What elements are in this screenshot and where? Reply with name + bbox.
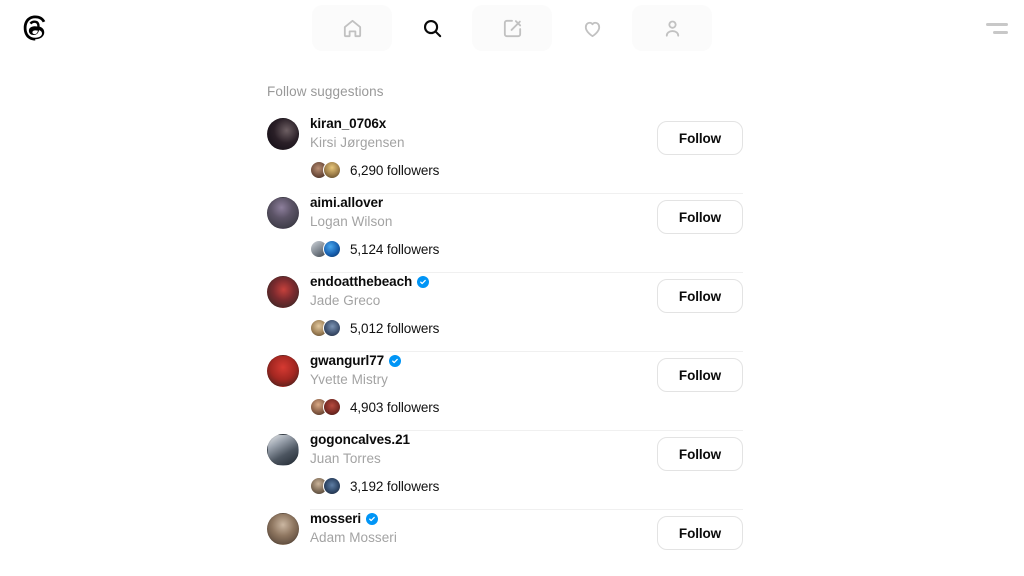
suggestion-row: gwangurl77 Yvette Mistry 4,903 followers Fo… xyxy=(261,352,743,431)
followers-count: 3,192 followers xyxy=(350,478,440,494)
follow-button[interactable]: Follow xyxy=(657,279,743,313)
avatar[interactable] xyxy=(267,197,299,229)
followers-count: 5,012 followers xyxy=(350,320,440,336)
mutual-followers-avatars xyxy=(310,319,344,337)
followers-count: 6,290 followers xyxy=(350,162,440,178)
page-title: Follow suggestions xyxy=(267,84,384,99)
verified-badge-icon xyxy=(389,354,402,367)
suggestion-row: mosseri Adam Mosseri Follow xyxy=(261,510,743,558)
primary-navigation xyxy=(312,0,712,56)
suggestion-row: gogoncalves.21 Juan Torres 3,192 followers… xyxy=(261,431,743,510)
mutual-followers-avatars xyxy=(310,398,344,416)
suggestion-row: aimi.allover Logan Wilson 5,124 followers F… xyxy=(261,194,743,273)
avatar[interactable] xyxy=(267,355,299,387)
menu-bar-bottom xyxy=(993,30,1008,34)
mini-avatar xyxy=(323,319,341,337)
nav-item-compose[interactable] xyxy=(472,5,552,51)
mini-avatar xyxy=(323,398,341,416)
username[interactable]: mosseri xyxy=(310,511,361,526)
avatar[interactable] xyxy=(267,118,299,150)
mutual-followers-avatars xyxy=(310,240,344,258)
followers-line: 5,012 followers xyxy=(310,318,743,338)
top-navigation-bar xyxy=(0,0,1024,56)
avatar[interactable] xyxy=(267,434,299,466)
follow-button[interactable]: Follow xyxy=(657,121,743,155)
follow-button[interactable]: Follow xyxy=(657,516,743,550)
follow-suggestions-list: kiran_0706x Kirsi Jørgensen 6,290 follower… xyxy=(261,115,743,558)
username[interactable]: gogoncalves.21 xyxy=(310,432,410,447)
followers-line: 4,903 followers xyxy=(310,397,743,417)
main-content: Follow suggestions kiran_0706x Kirsi Jørg… xyxy=(0,56,1024,558)
suggestion-row: kiran_0706x Kirsi Jørgensen 6,290 follower… xyxy=(261,115,743,194)
verified-badge-icon xyxy=(366,512,379,525)
mini-avatar xyxy=(323,161,341,179)
username[interactable]: aimi.allover xyxy=(310,195,383,210)
nav-item-activity[interactable] xyxy=(552,5,632,51)
avatar[interactable] xyxy=(267,513,299,545)
mutual-followers-avatars xyxy=(310,161,344,179)
followers-count: 4,903 followers xyxy=(350,399,440,415)
follow-button[interactable]: Follow xyxy=(657,437,743,471)
nav-item-search[interactable] xyxy=(392,5,472,51)
nav-item-home[interactable] xyxy=(312,5,392,51)
mini-avatar xyxy=(323,477,341,495)
suggestion-row: endoatthebeach Jade Greco 5,012 followers F… xyxy=(261,273,743,352)
mini-avatar xyxy=(323,240,341,258)
follow-suggestions-panel: Follow suggestions kiran_0706x Kirsi Jørg… xyxy=(261,84,743,558)
menu-bar-top xyxy=(986,22,1008,26)
followers-count: 5,124 followers xyxy=(350,241,440,257)
followers-line: 6,290 followers xyxy=(310,160,743,180)
follow-button[interactable]: Follow xyxy=(657,358,743,392)
avatar[interactable] xyxy=(267,276,299,308)
verified-badge-icon xyxy=(417,275,430,288)
follow-button[interactable]: Follow xyxy=(657,200,743,234)
nav-item-profile[interactable] xyxy=(632,5,712,51)
username[interactable]: endoatthebeach xyxy=(310,274,412,289)
followers-line: 3,192 followers xyxy=(310,476,743,496)
followers-line: 5,124 followers xyxy=(310,239,743,259)
mutual-followers-avatars xyxy=(310,477,344,495)
threads-logo-icon[interactable] xyxy=(18,11,52,45)
username[interactable]: gwangurl77 xyxy=(310,353,384,368)
username[interactable]: kiran_0706x xyxy=(310,116,386,131)
more-menu-icon[interactable] xyxy=(980,14,1008,42)
